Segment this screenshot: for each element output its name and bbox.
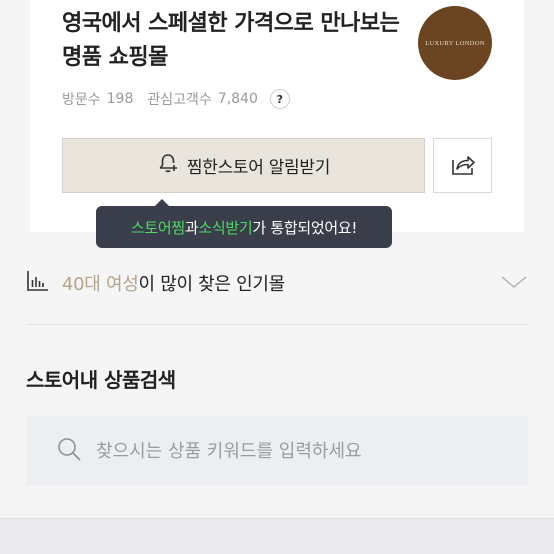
visitors-label: 방문수 — [62, 92, 101, 108]
store-logo-text: LUXURY LONDON — [425, 39, 485, 47]
tooltip-highlight-favorite: 스토어찜 — [130, 218, 185, 237]
favorite-store-label: 찜한스토어 알림받기 — [186, 158, 331, 178]
store-logo[interactable]: LUXURY LONDON — [418, 6, 492, 80]
tooltip-text-end: 가 통합되었어요! — [252, 218, 358, 237]
divider — [26, 324, 528, 325]
favorite-store-button[interactable]: 찜한스토어 알림받기 — [62, 138, 425, 193]
bar-chart-icon — [26, 269, 50, 297]
visitors-count: 198 — [106, 91, 134, 107]
bell-plus-icon — [157, 152, 179, 179]
popular-demographic: 40대 여성 — [62, 274, 139, 295]
store-stats: 방문수 198 관심고객수 7,840 ? — [62, 89, 290, 109]
popular-demographic-row[interactable]: 40대 여성이 많이 찾은 인기몰 — [26, 266, 528, 300]
merge-notice-tooltip: 스토어찜 과 소식받기 가 통합되었어요! — [96, 199, 392, 248]
popular-suffix: 이 많이 찾은 인기몰 — [138, 274, 286, 295]
share-icon — [450, 151, 476, 181]
search-section-title: 스토어내 상품검색 — [26, 368, 176, 392]
tooltip-highlight-news: 소식받기 — [198, 218, 253, 237]
share-button[interactable] — [433, 138, 492, 193]
search-icon — [56, 436, 82, 466]
followers-count: 7,840 — [217, 91, 258, 107]
bottom-section — [0, 518, 554, 554]
popular-text: 40대 여성이 많이 찾은 인기몰 — [62, 270, 285, 296]
help-button[interactable]: ? — [269, 89, 290, 109]
tooltip-text: 과 — [184, 218, 199, 237]
chevron-down-icon[interactable] — [500, 272, 528, 296]
search-input[interactable] — [96, 440, 496, 462]
store-name: 영국에서 스페셜한 가격으로 만나보는 명품 쇼핑몰 — [62, 11, 400, 70]
followers-label: 관심고객수 — [147, 92, 212, 108]
search-box[interactable] — [26, 416, 528, 486]
